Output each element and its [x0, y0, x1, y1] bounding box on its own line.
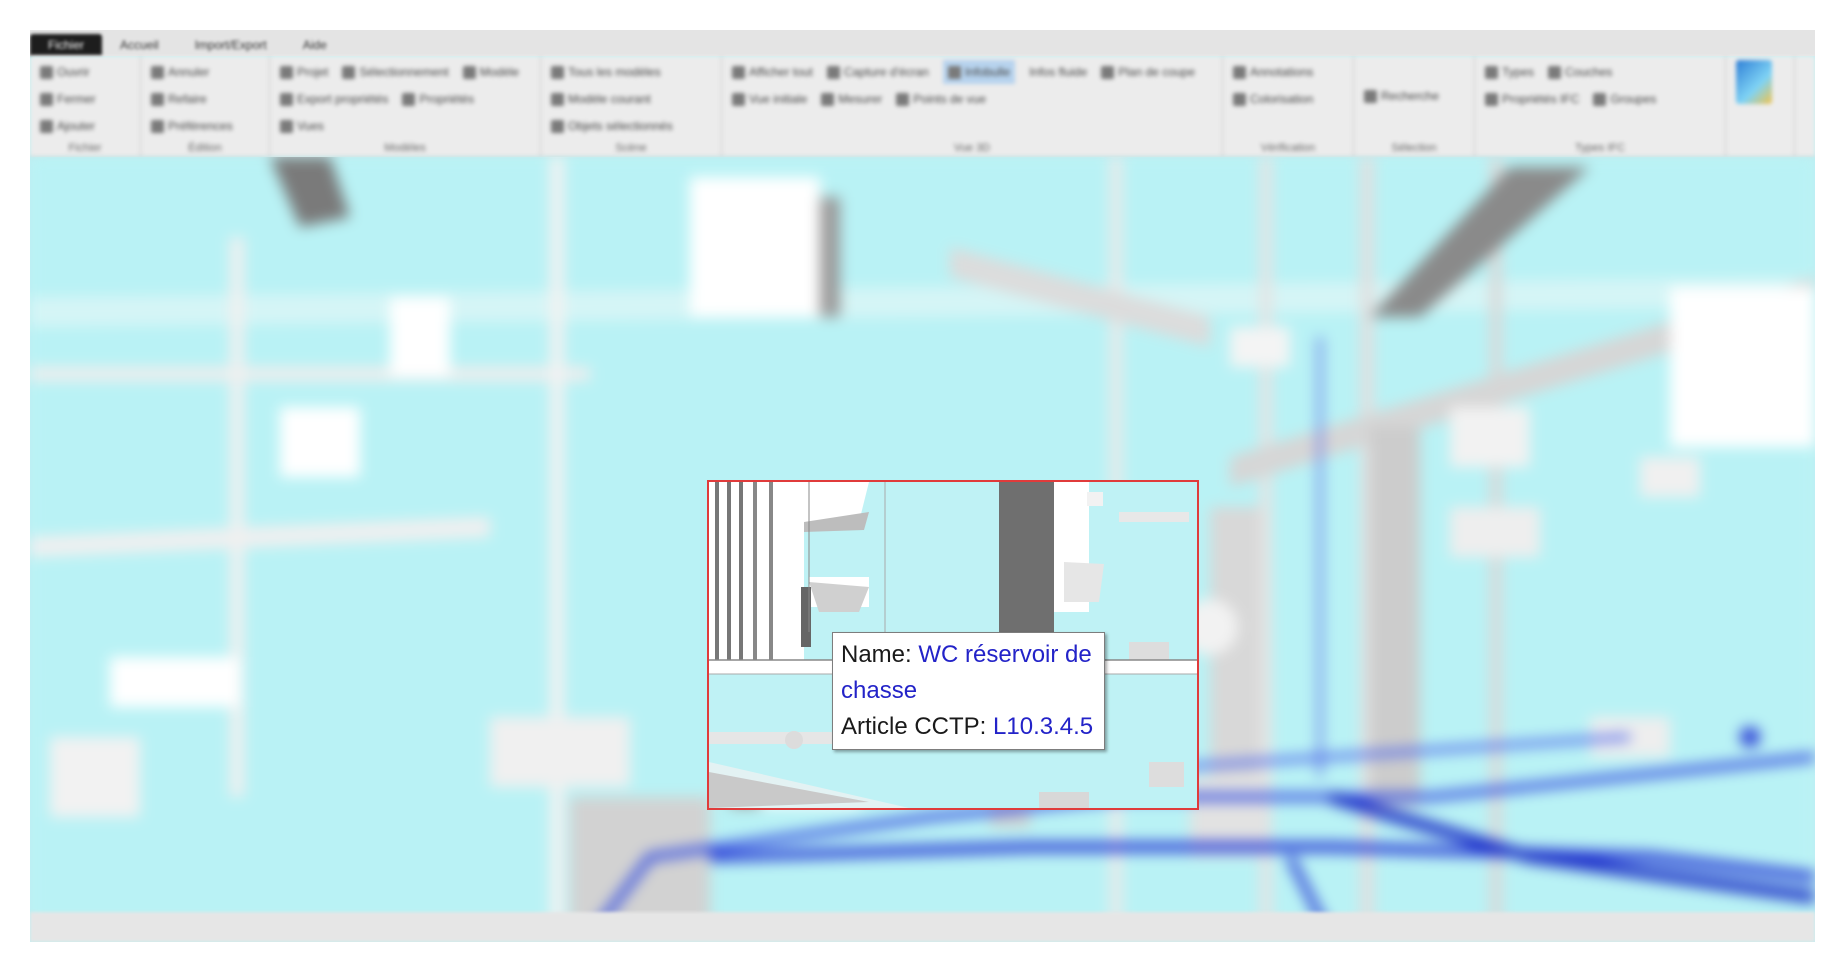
redo-button[interactable]: Refaire [151, 87, 207, 111]
tooltip-name-continuation: chasse [841, 673, 1097, 709]
tab-accueil[interactable]: Accueil [102, 34, 177, 56]
group-modeles: Projet Sélectionnement Modèle Export pro… [270, 56, 541, 156]
tooltip-article-row: Article CCTP: L10.3.4.5 [841, 709, 1097, 745]
tooltip-name-label: Name: [841, 641, 912, 668]
viewpoints-button[interactable]: Points de vue [896, 87, 986, 111]
tooltip-icon [947, 65, 961, 79]
colorize-button[interactable]: Colorisation [1233, 87, 1313, 111]
views-button[interactable]: Vues [280, 114, 324, 138]
cube-icon [551, 119, 564, 133]
group-scene: Tous les modèles Modèle courant Objets s… [541, 56, 722, 156]
ribbon-tabs: Fichier Accueil Import/Export Aide [30, 30, 1815, 56]
groups-icon [1593, 92, 1607, 106]
layers-button[interactable]: Couches [1548, 60, 1612, 84]
group-vue-3d: Afficher tout Capture d'écran Infobulle … [722, 56, 1223, 156]
measure-button[interactable]: Mesurer [821, 87, 882, 111]
gear-icon [151, 119, 164, 133]
undo-button[interactable]: Annuler [151, 60, 209, 84]
current-model-button[interactable]: Modèle courant [551, 87, 651, 111]
tab-aide[interactable]: Aide [285, 34, 345, 56]
group-title: Scène [615, 142, 647, 154]
ribbon: Ouvrir Fermer Ajouter Fichier Annuler Re… [30, 56, 1815, 157]
properties-icon [402, 92, 416, 106]
tooltip-article-value: L10.3.4.5 [993, 713, 1094, 740]
open-button[interactable]: Ouvrir [40, 60, 90, 84]
add-button[interactable]: Ajouter [40, 114, 95, 138]
types-button[interactable]: Types [1485, 60, 1534, 84]
cube-icon [551, 65, 564, 79]
group-title: Vérification [1260, 142, 1316, 154]
group-selection: Recherche Sélection [1354, 56, 1475, 156]
screenshot-button[interactable]: Capture d'écran [826, 60, 929, 84]
types-icon [1485, 65, 1498, 79]
project-icon [280, 65, 293, 79]
group-app-launch [1726, 56, 1795, 156]
model-button[interactable]: Modèle [462, 60, 519, 84]
group-edition: Annuler Refaire Préférences Édition [141, 56, 270, 156]
fluid-info-button[interactable]: Infos fluide [1029, 60, 1087, 84]
pencil-icon [342, 65, 356, 79]
application-window: Fichier Accueil Import/Export Aide Ouvri… [30, 30, 1815, 942]
tab-fichier[interactable]: Fichier [30, 34, 103, 56]
properties-button[interactable]: Propriétés [402, 87, 474, 111]
show-all-button[interactable]: Afficher tout [732, 60, 813, 84]
selection-management-button[interactable]: Sélectionnement [342, 60, 449, 84]
pin-icon [896, 92, 910, 106]
redo-icon [151, 92, 164, 106]
group-title: Sélection [1391, 142, 1437, 154]
group-verification: Annotations Colorisation Vérification [1223, 56, 1354, 156]
ifc-properties-button[interactable]: Propriétés IFC [1485, 87, 1579, 111]
model-icon [462, 65, 476, 79]
preferences-button[interactable]: Préférences [151, 114, 233, 138]
group-fichier: Ouvrir Fermer Ajouter Fichier [30, 56, 141, 156]
group-title: Modèles [384, 142, 426, 154]
group-title: Vue 3D [953, 142, 991, 154]
tooltip-article-label: Article CCTP: [841, 713, 987, 740]
close-button[interactable]: Fermer [40, 87, 96, 111]
export-icon [280, 92, 293, 106]
search-icon [1364, 89, 1377, 103]
ruler-icon [821, 92, 835, 106]
tab-import-export[interactable]: Import/Export [177, 34, 285, 56]
add-icon [40, 119, 53, 133]
close-icon [40, 92, 53, 106]
brush-icon [1233, 92, 1246, 106]
initial-view-button[interactable]: Vue initiale [732, 87, 807, 111]
layers-icon [1548, 65, 1562, 79]
object-info-tooltip: Name: WC réservoir de chasse Article CCT… [832, 632, 1105, 750]
selected-objects-button[interactable]: Objets sélectionnés [551, 114, 673, 138]
undo-icon [151, 65, 164, 79]
group-title: Types IFC [1574, 142, 1626, 154]
group-title: Édition [188, 142, 222, 154]
section-plane-button[interactable]: Plan de coupe [1101, 60, 1195, 84]
tooltip-name-value-line1: WC réservoir de [918, 641, 1092, 668]
search-button[interactable]: Recherche [1364, 84, 1439, 108]
properties-icon [1485, 92, 1498, 106]
tooltip-name-value-line2: chasse [841, 677, 918, 704]
all-models-button[interactable]: Tous les modèles [551, 60, 661, 84]
status-bar [30, 912, 1815, 942]
views-icon [280, 119, 293, 133]
groups-button[interactable]: Groupes [1593, 87, 1656, 111]
cube-icon [551, 92, 564, 106]
annotations-button[interactable]: Annotations [1233, 60, 1313, 84]
eye-icon [732, 65, 745, 79]
app-launch-icon[interactable] [1736, 60, 1772, 104]
project-button[interactable]: Projet [280, 60, 328, 84]
group-types-ifc: Types Couches Propriétés IFC Groupes Typ… [1475, 56, 1726, 156]
camera-icon [826, 65, 840, 79]
section-icon [1101, 65, 1115, 79]
open-icon [40, 65, 53, 79]
tooltip-name-row: Name: WC réservoir de [841, 637, 1097, 673]
tooltip-toggle-button[interactable]: Infobulle [942, 60, 1016, 84]
zoom-inset: Name: WC réservoir de chasse Article CCT… [707, 480, 1199, 810]
export-properties-button[interactable]: Export propriétés [280, 87, 388, 111]
comment-icon [1233, 65, 1246, 79]
3d-viewport[interactable]: Name: WC réservoir de chasse Article CCT… [30, 157, 1815, 937]
group-title: Fichier [68, 142, 102, 154]
home-icon [732, 92, 745, 106]
